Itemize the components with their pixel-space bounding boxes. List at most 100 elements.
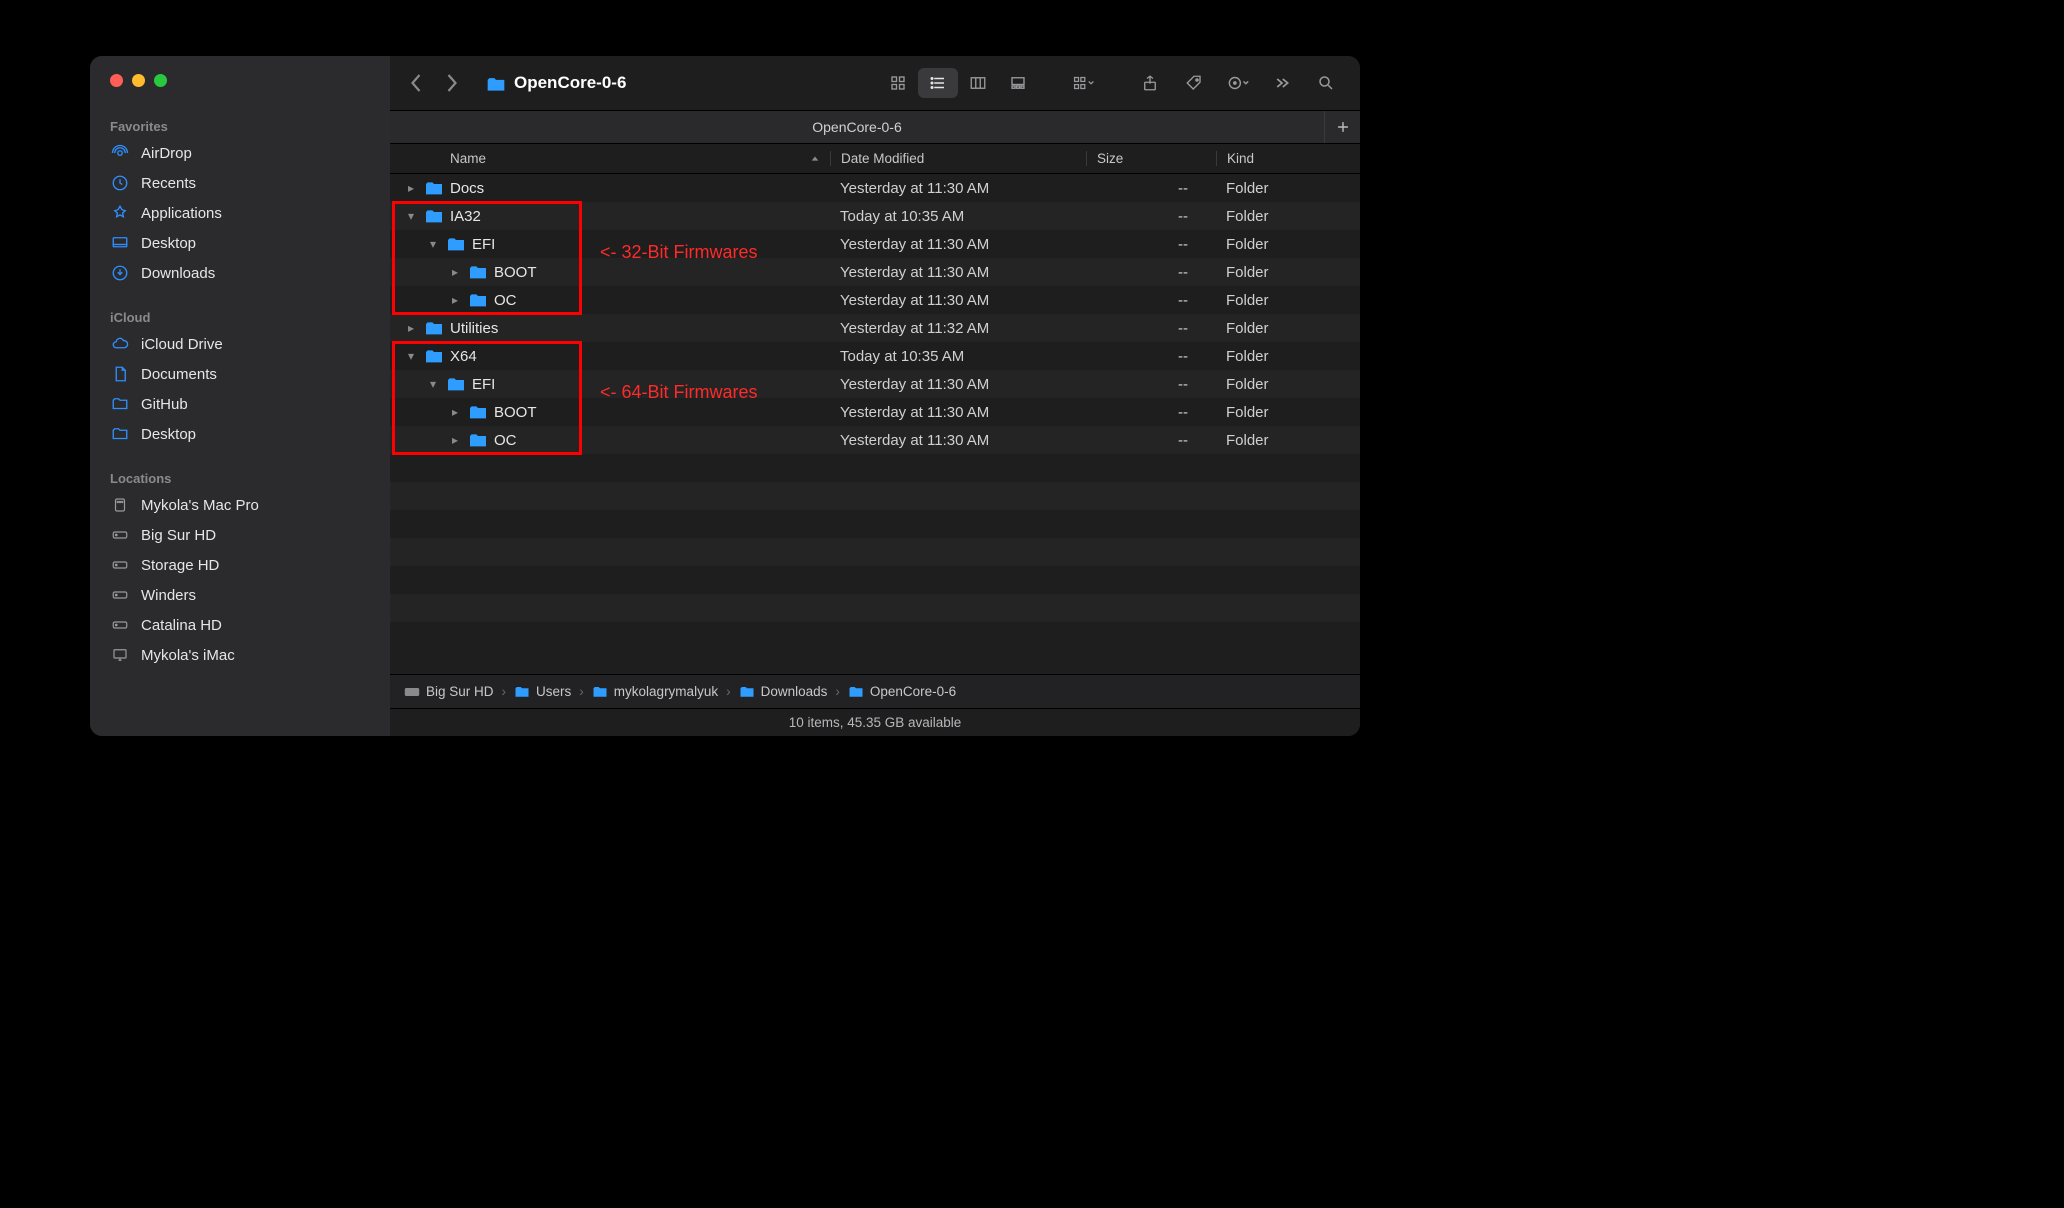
icon-view-button[interactable] — [878, 68, 918, 98]
gallery-view-button[interactable] — [998, 68, 1038, 98]
sidebar-item-label: Catalina HD — [141, 617, 222, 634]
back-button[interactable] — [410, 73, 423, 93]
file-row[interactable]: ▾X64Today at 10:35 AM--Folder — [390, 342, 1360, 370]
sidebar-item-airdrop[interactable]: AirDrop — [90, 138, 390, 168]
minimize-button[interactable] — [132, 74, 145, 87]
search-button[interactable] — [1306, 68, 1346, 98]
folder-icon — [468, 404, 488, 420]
cell-name: ▸ Docs — [390, 180, 830, 197]
fullscreen-button[interactable] — [154, 74, 167, 87]
disclosure-triangle-icon[interactable]: ▸ — [448, 433, 462, 447]
cell-kind: Folder — [1216, 432, 1360, 449]
cell-kind: Folder — [1216, 320, 1360, 337]
sidebar-item-label: Winders — [141, 587, 196, 604]
download-icon — [110, 263, 130, 283]
clock-icon — [110, 173, 130, 193]
sidebar-item-downloads[interactable]: Downloads — [90, 258, 390, 288]
tag-button[interactable] — [1174, 68, 1214, 98]
file-name: EFI — [472, 376, 495, 393]
sidebar-item-label: Mykola's iMac — [141, 647, 235, 664]
disclosure-triangle-icon[interactable]: ▾ — [404, 349, 418, 363]
close-button[interactable] — [110, 74, 123, 87]
file-row[interactable]: ▾EFIYesterday at 11:30 AM--Folder — [390, 370, 1360, 398]
sidebar-item-desktop[interactable]: Desktop — [90, 228, 390, 258]
sidebar-section-icloud: iCloud — [90, 304, 390, 329]
sidebar-item-recents[interactable]: Recents — [90, 168, 390, 198]
folder-icon — [486, 75, 506, 91]
desktop-icon — [110, 233, 130, 253]
column-size[interactable]: Size — [1086, 151, 1216, 166]
cell-name: ▸BOOT — [390, 264, 830, 281]
new-tab-button[interactable] — [1324, 111, 1360, 143]
empty-row — [390, 566, 1360, 594]
cell-size: -- — [1086, 320, 1216, 337]
sidebar-item-icloud-drive[interactable]: iCloud Drive — [90, 329, 390, 359]
column-date[interactable]: Date Modified — [830, 151, 1086, 166]
file-name: Utilities — [450, 320, 498, 337]
sidebar-item-imac[interactable]: Mykola's iMac — [90, 640, 390, 670]
column-view-button[interactable] — [958, 68, 998, 98]
cell-kind: Folder — [1216, 208, 1360, 225]
action-button[interactable] — [1218, 68, 1258, 98]
overflow-button[interactable] — [1262, 68, 1302, 98]
file-row[interactable]: ▸OCYesterday at 11:30 AM--Folder — [390, 286, 1360, 314]
file-row[interactable]: ▸OCYesterday at 11:30 AM--Folder — [390, 426, 1360, 454]
empty-row — [390, 594, 1360, 622]
sidebar-item-label: Storage HD — [141, 557, 219, 574]
cell-size: -- — [1086, 348, 1216, 365]
sidebar-item-github[interactable]: GitHub — [90, 389, 390, 419]
column-name[interactable]: Name — [390, 151, 830, 166]
disclosure-triangle-icon[interactable]: ▾ — [404, 209, 418, 223]
file-row[interactable]: ▸BOOTYesterday at 11:30 AM--Folder — [390, 398, 1360, 426]
column-kind[interactable]: Kind — [1216, 151, 1360, 166]
path-seg-user[interactable]: mykolagrymalyuk — [592, 684, 718, 699]
disclosure-triangle-icon[interactable]: ▸ — [448, 405, 462, 419]
path-seg-bigsur[interactable]: Big Sur HD — [404, 684, 494, 699]
window-controls — [90, 74, 390, 87]
imac-icon — [110, 645, 130, 665]
file-row[interactable]: ▸BOOTYesterday at 11:30 AM--Folder — [390, 258, 1360, 286]
cell-name: ▾ EFI — [390, 376, 830, 393]
path-seg-users[interactable]: Users — [514, 684, 571, 699]
list-view-button[interactable] — [918, 68, 958, 98]
disclosure-triangle-icon[interactable]: ▾ — [426, 237, 440, 251]
nav-arrows — [404, 73, 464, 93]
folder-icon — [739, 685, 755, 698]
group-button[interactable] — [1064, 68, 1104, 98]
forward-button[interactable] — [445, 73, 458, 93]
disclosure-triangle-icon[interactable]: ▸ — [448, 293, 462, 307]
chevron-right-icon: › — [726, 684, 731, 699]
tab-opencore[interactable]: OpenCore-0-6 — [390, 111, 1324, 143]
sidebar-item-applications[interactable]: Applications — [90, 198, 390, 228]
sidebar-item-catalina[interactable]: Catalina HD — [90, 610, 390, 640]
path-seg-opencore[interactable]: OpenCore-0-6 — [848, 684, 956, 699]
sidebar-item-winders[interactable]: Winders — [90, 580, 390, 610]
sidebar-item-bigsur[interactable]: Big Sur HD — [90, 520, 390, 550]
status-text: 10 items, 45.35 GB available — [789, 715, 962, 730]
folder-icon — [468, 264, 488, 280]
hdd-icon — [404, 685, 420, 699]
finder-window: Favorites AirDrop Recents Applications D… — [90, 56, 1360, 736]
file-name: Docs — [450, 180, 484, 197]
sidebar-item-label: Downloads — [141, 265, 215, 282]
file-row[interactable]: ▾EFIYesterday at 11:30 AM--Folder — [390, 230, 1360, 258]
file-row[interactable]: ▾IA32Today at 10:35 AM--Folder — [390, 202, 1360, 230]
cell-kind: Folder — [1216, 376, 1360, 393]
main-content: OpenCore-0-6 OpenCore-0-6 Name — [390, 56, 1360, 736]
cell-name: ▾IA32 — [390, 208, 830, 225]
share-button[interactable] — [1130, 68, 1170, 98]
sidebar-item-desktop-icloud[interactable]: Desktop — [90, 419, 390, 449]
sidebar-item-documents[interactable]: Documents — [90, 359, 390, 389]
folder-icon — [424, 348, 444, 364]
sidebar-item-macpro[interactable]: Mykola's Mac Pro — [90, 490, 390, 520]
disclosure-triangle-icon[interactable]: ▸ — [404, 321, 418, 335]
disclosure-triangle-icon[interactable]: ▸ — [404, 181, 418, 195]
file-row[interactable]: ▸UtilitiesYesterday at 11:32 AM--Folder — [390, 314, 1360, 342]
cell-kind: Folder — [1216, 180, 1360, 197]
empty-row — [390, 538, 1360, 566]
disclosure-triangle-icon[interactable]: ▸ — [448, 265, 462, 279]
disclosure-triangle-icon[interactable]: ▾ — [426, 377, 440, 391]
file-row[interactable]: ▸DocsYesterday at 11:30 AM--Folder — [390, 174, 1360, 202]
sidebar-item-storage[interactable]: Storage HD — [90, 550, 390, 580]
path-seg-downloads[interactable]: Downloads — [739, 684, 828, 699]
